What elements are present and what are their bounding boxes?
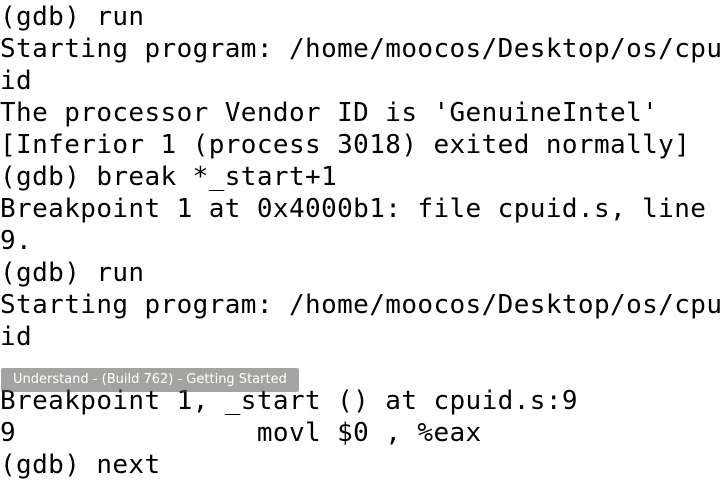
terminal-window[interactable]: (gdb) run Starting program: /home/moocos… (0, 0, 721, 487)
terminal-line: The processor Vendor ID is 'GenuineIntel… (0, 98, 659, 128)
terminal-line: (gdb) run (0, 258, 145, 288)
terminal-line: Starting program: /home/moocos/Desktop/o… (0, 290, 721, 320)
terminal-line: (gdb) next (0, 450, 161, 480)
terminal-line: (gdb) break *_start+1 (0, 162, 338, 192)
terminal-line: id (0, 66, 33, 96)
terminal-line: Breakpoint 1 at 0x4000b1: file cpuid.s, … (0, 194, 707, 224)
terminal-line: [Inferior 1 (process 3018) exited normal… (0, 130, 691, 160)
terminal-line: Starting program: /home/moocos/Desktop/o… (0, 34, 721, 64)
terminal-line: 9 movl $0 , %eax (0, 418, 482, 448)
window-tooltip: Understand - (Build 762) - Getting Start… (1, 368, 299, 392)
terminal-line: 9. (0, 226, 33, 256)
terminal-line: (gdb) run (0, 2, 145, 32)
terminal-line: id (0, 322, 33, 352)
